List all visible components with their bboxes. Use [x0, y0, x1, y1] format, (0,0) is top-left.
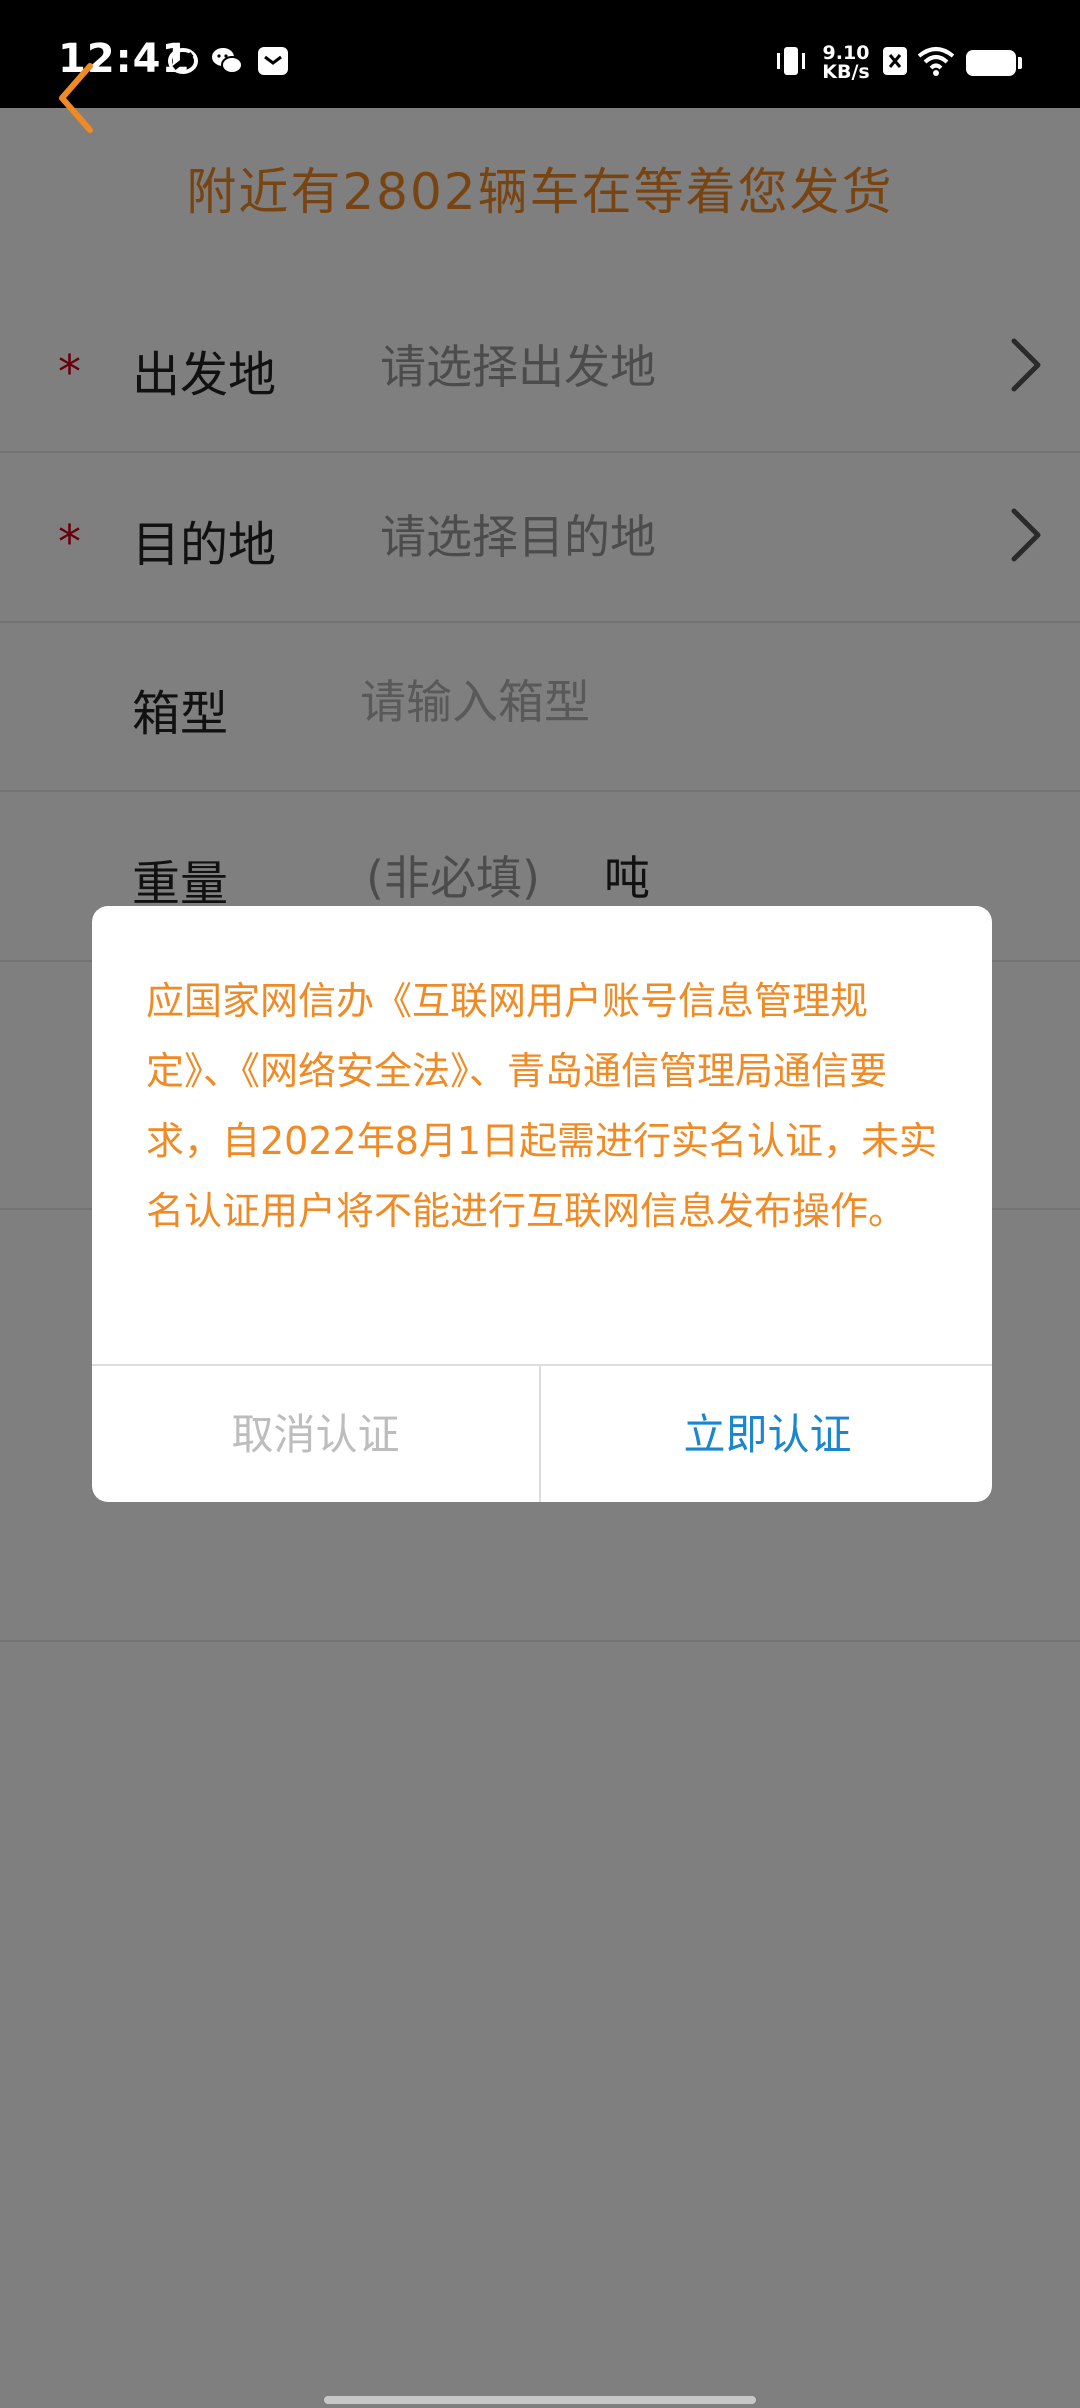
cancel-auth-button[interactable]: 取消认证 [92, 1366, 541, 1502]
status-bar: 12:41 9.10 KB/s [0, 0, 1080, 108]
mail-icon [258, 47, 288, 75]
wifi-icon [917, 47, 955, 76]
link-icon [168, 48, 198, 74]
verify-now-button[interactable]: 立即认证 [543, 1366, 992, 1502]
vibrate-icon [777, 47, 805, 75]
dialog-actions: 取消认证 立即认证 [92, 1364, 992, 1502]
battery-tip [1018, 57, 1022, 69]
net-speed: 9.10 KB/s [818, 44, 874, 82]
sim-off-icon [883, 47, 907, 75]
app-screen: 12:41 9.10 KB/s 请输入箱型 应国家网信办《互联网用户账号信息管理… [0, 0, 1080, 2408]
home-indicator[interactable] [324, 2396, 756, 2404]
chevron-left-icon[interactable] [56, 62, 96, 134]
dialog-message: 应国家网信办《互联网用户账号信息管理规定》、《网络安全法》、青岛通信管理局通信要… [146, 979, 938, 1233]
wechat-icon [212, 48, 243, 74]
battery-icon [966, 50, 1016, 76]
net-speed-unit: KB/s [822, 61, 870, 83]
real-name-auth-dialog: 应国家网信办《互联网用户账号信息管理规定》、《网络安全法》、青岛通信管理局通信要… [92, 906, 992, 1502]
